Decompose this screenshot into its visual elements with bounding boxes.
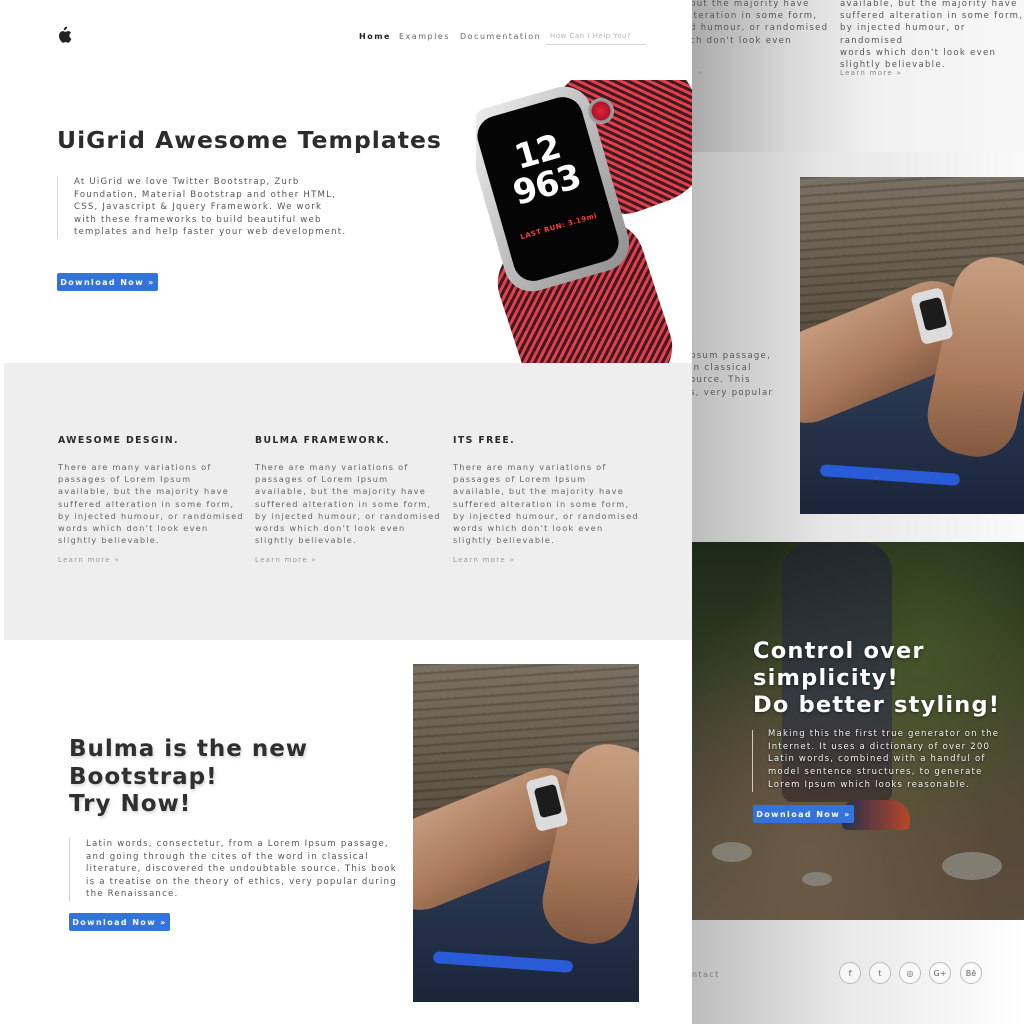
quote-bar <box>752 730 753 792</box>
feature-title: ITS FREE. <box>453 435 516 446</box>
background-page-preview: but the majority have lteration in some … <box>692 0 1024 1024</box>
background-footer: ntact f t ◎ G+ Bē <box>692 920 1024 1024</box>
background-learn-more-link[interactable]: Learn more » <box>840 69 902 77</box>
bulma-section-title: Bulma is the new Bootstrap! Try Now! <box>69 736 309 817</box>
background-feature-text: available, but the majority have suffere… <box>840 0 1024 71</box>
feature-text: There are many variations of passages of… <box>453 462 639 546</box>
hero-title: UiGrid Awesome Templates <box>57 126 442 154</box>
learn-more-link[interactable]: Learn more » <box>58 556 120 564</box>
wrist-watch-photo <box>800 177 1024 514</box>
google-plus-icon[interactable]: G+ <box>929 962 951 984</box>
apple-watch-image: 12 963 LAST RUN: 3.19mi <box>476 80 692 364</box>
hero-description: At UiGrid we love Twitter Bootstrap, Zur… <box>57 176 347 239</box>
background-section-text: psum passage, in classical ource. This s… <box>692 351 774 398</box>
background-feature-text: but the majority have lteration in some … <box>692 0 829 46</box>
watch-time: 12 963 <box>508 127 586 214</box>
nav-documentation-link[interactable]: Documentation <box>460 32 541 41</box>
learn-more-link[interactable]: Learn more » <box>453 556 515 564</box>
instagram-icon[interactable]: ◎ <box>899 962 921 984</box>
wrist-watch-photo <box>413 664 639 1002</box>
feature-text: There are many variations of passages of… <box>255 462 441 546</box>
facebook-icon[interactable]: f <box>839 962 861 984</box>
feature-title: BULMA FRAMEWORK. <box>255 435 391 446</box>
background-learn-more-link[interactable]: » <box>698 69 704 77</box>
apple-logo-icon[interactable] <box>56 26 72 44</box>
search-input[interactable] <box>546 28 646 45</box>
hero-title: Control over simplicity! Do better styli… <box>753 638 1001 718</box>
feature-text: There are many variations of passages of… <box>58 462 244 546</box>
background-hero-section: Control over simplicity! Do better styli… <box>692 542 1024 920</box>
landing-page: Home Examples Documentation UiGrid Aweso… <box>0 0 692 1024</box>
download-now-button[interactable]: Download Now » <box>753 805 854 823</box>
footer-contact-link[interactable]: ntact <box>692 970 720 979</box>
download-now-button[interactable]: Download Now » <box>69 913 170 931</box>
hero-text: Making this the first true generator on … <box>768 729 1000 790</box>
watch-last-run: LAST RUN: 3.19mi <box>519 211 598 242</box>
download-now-button[interactable]: Download Now » <box>57 273 158 291</box>
background-features-strip: but the majority have lteration in some … <box>692 0 1024 152</box>
twitter-icon[interactable]: t <box>869 962 891 984</box>
nav-home-link[interactable]: Home <box>359 32 391 41</box>
background-bulma-section: psum passage, in classical ource. This s… <box>692 152 1024 542</box>
feature-title: AWESOME DESGIN. <box>58 435 179 446</box>
behance-icon[interactable]: Bē <box>960 962 982 984</box>
nav-examples-link[interactable]: Examples <box>399 32 450 41</box>
learn-more-link[interactable]: Learn more » <box>255 556 317 564</box>
features-section: AWESOME DESGIN. There are many variation… <box>4 363 692 640</box>
bulma-section-text: Latin words, consectetur, from a Lorem I… <box>69 838 397 901</box>
